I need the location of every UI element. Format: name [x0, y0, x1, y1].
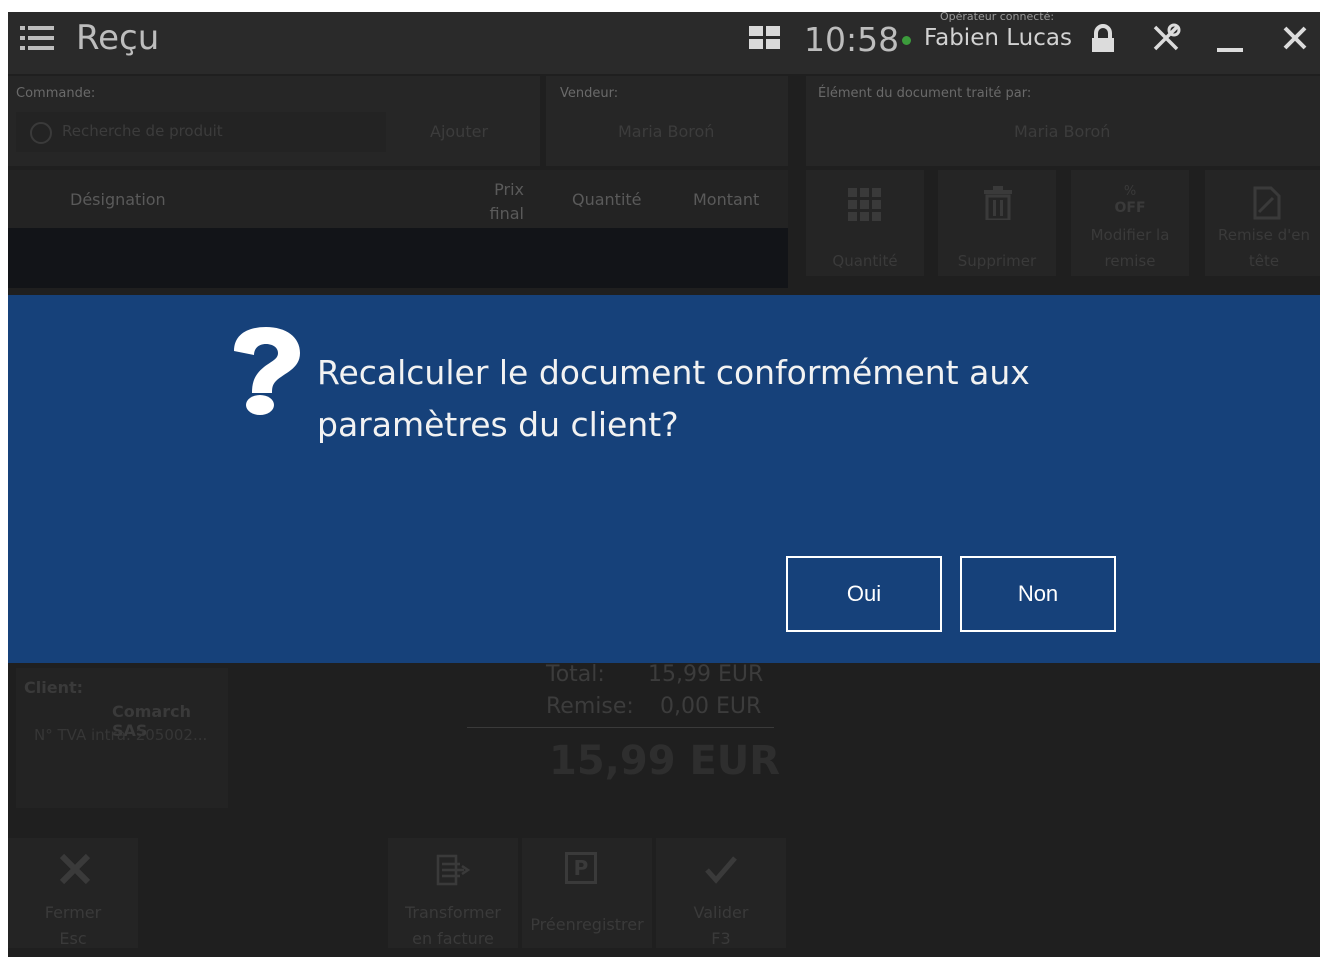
- table-header: Désignation Prix final Quantité Montant: [8, 170, 788, 228]
- grand-total: 15,99 EUR: [549, 738, 781, 784]
- header-discount-tile[interactable]: Remise d'en tête: [1205, 170, 1320, 276]
- search-placeholder: Recherche de produit: [62, 122, 223, 140]
- processed-by-label: Élément du document traité par:: [818, 86, 1032, 101]
- status-dot-icon: [902, 36, 911, 45]
- total-label: Total:: [546, 662, 605, 687]
- checkmark-icon: [705, 856, 737, 884]
- close-button-label: Fermer Esc: [44, 903, 102, 948]
- processed-by-panel[interactable]: Élément du document traité par: Maria Bo…: [806, 76, 1320, 166]
- close-icon[interactable]: [1282, 25, 1308, 51]
- page-title: Reçu: [76, 18, 160, 58]
- operator-caption: Opérateur connecté:: [940, 12, 1055, 23]
- top-bar: Reçu 10:58 Opérateur connecté: Fabien Lu…: [8, 12, 1320, 74]
- total-value: 15,99 EUR: [648, 662, 764, 687]
- order-panel: Commande: Recherche de produit Ajouter: [8, 76, 540, 166]
- column-designation[interactable]: Désignation: [70, 190, 166, 209]
- seller-panel[interactable]: Vendeur: Maria Boroń: [546, 76, 788, 166]
- quantity-tile-label: Quantité: [832, 252, 898, 270]
- order-label: Commande:: [16, 86, 96, 101]
- minimize-icon[interactable]: [1217, 48, 1243, 52]
- invoice-transform-icon: [436, 854, 470, 886]
- discount-value: 0,00 EUR: [660, 694, 762, 719]
- delete-tile[interactable]: Supprimer: [938, 170, 1056, 276]
- search-input[interactable]: Recherche de produit: [16, 112, 386, 152]
- trash-icon: [984, 186, 1012, 220]
- transform-invoice-label: Transformer en facture: [404, 903, 501, 948]
- edit-discount-tile[interactable]: % OFF Modifier la remise: [1071, 170, 1189, 276]
- menu-icon[interactable]: [20, 26, 54, 54]
- client-panel[interactable]: Client: Comarch SAS N° TVA intra: 205002…: [16, 668, 228, 808]
- quantity-tile[interactable]: Quantité: [806, 170, 924, 276]
- no-button[interactable]: Non: [960, 556, 1116, 632]
- client-vat: N° TVA intra: 205002...: [34, 726, 208, 744]
- delete-tile-label: Supprimer: [957, 252, 1037, 270]
- lock-icon[interactable]: [1088, 24, 1118, 54]
- preregister-label: Préenregistrer: [530, 915, 644, 934]
- close-x-icon: [59, 853, 91, 885]
- close-button[interactable]: Fermer Esc: [8, 838, 138, 948]
- operator-name[interactable]: Fabien Lucas: [924, 25, 1072, 51]
- dialog-message: Recalculer le document conformément aux …: [317, 353, 1030, 444]
- keypad-icon: [848, 188, 881, 221]
- seller-value: Maria Boroń: [618, 122, 715, 141]
- validate-label: Valider F3: [693, 903, 749, 948]
- header-discount-label: Remise d'en tête: [1218, 226, 1310, 270]
- tools-icon[interactable]: [1150, 22, 1182, 54]
- percent-icon: %: [1123, 184, 1137, 199]
- seller-label: Vendeur:: [560, 86, 619, 101]
- question-icon: [234, 327, 300, 415]
- transform-invoice-button[interactable]: Transformer en facture: [388, 838, 518, 948]
- grid-view-icon[interactable]: [749, 26, 781, 50]
- column-amount[interactable]: Montant: [693, 190, 759, 209]
- search-icon: [30, 122, 52, 144]
- document-discount-icon: [1253, 186, 1281, 220]
- discount-label: Remise:: [546, 694, 634, 719]
- column-final-price[interactable]: Prix final: [478, 178, 524, 226]
- processed-by-value: Maria Boroń: [1014, 122, 1111, 141]
- add-button[interactable]: Ajouter: [430, 122, 488, 141]
- yes-button[interactable]: Oui: [786, 556, 942, 632]
- clock: 10:58: [804, 20, 900, 59]
- parking-icon: P: [565, 852, 597, 884]
- confirm-dialog: Recalculer le document conformément aux …: [8, 295, 1320, 663]
- edit-discount-label: Modifier la remise: [1090, 226, 1170, 270]
- client-label: Client:: [24, 678, 83, 697]
- column-quantity[interactable]: Quantité: [572, 190, 642, 209]
- preregister-button[interactable]: P Préenregistrer: [522, 838, 652, 948]
- table-row[interactable]: [8, 228, 788, 288]
- totals-divider: [467, 727, 774, 728]
- off-badge: OFF: [1114, 200, 1146, 216]
- validate-button[interactable]: Valider F3: [656, 838, 786, 948]
